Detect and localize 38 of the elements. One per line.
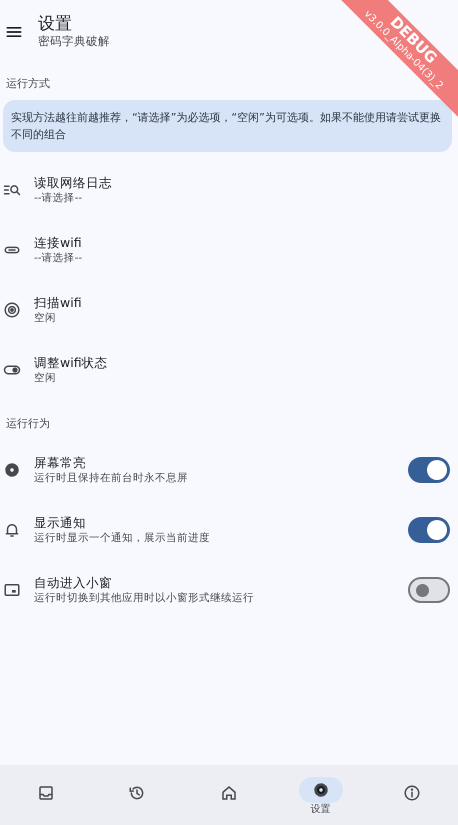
- row-title: 扫描wifi: [34, 294, 82, 311]
- row-title: 屏幕常亮: [34, 454, 87, 471]
- gear-icon: [312, 781, 330, 799]
- bell-icon: [3, 521, 21, 539]
- info-icon: [403, 784, 422, 802]
- row-subtitle: 运行时切换到其他应用时以小窗形式继续运行: [34, 591, 254, 606]
- row-subtitle: 空闲: [34, 371, 57, 386]
- toggle-switch[interactable]: [408, 517, 450, 543]
- row-subtitle: --请选择--: [34, 191, 84, 206]
- row-subtitle: --请选择--: [34, 251, 82, 266]
- row-title: 自动进入小窗: [34, 574, 113, 591]
- row-subtitle: 运行时且保持在前台时永不息屏: [34, 471, 188, 486]
- section-title: 运行方式: [6, 77, 50, 90]
- page-subtitle: 密码字典破解: [38, 34, 110, 48]
- row-title: 调整wifi状态: [34, 354, 108, 371]
- toggle-switch[interactable]: [408, 457, 450, 483]
- settings-row[interactable]: 读取网络日志 --请选择--: [0, 160, 458, 220]
- picture-in-picture-icon: [3, 581, 21, 599]
- row-subtitle: 空闲: [34, 311, 57, 326]
- section-title: 运行行为: [6, 417, 50, 430]
- row-title: 连接wifi: [34, 234, 82, 251]
- info-note: 实现方法越往前越推荐，“请选择”为必选项，“空闲”为可选项。如果不能使用请尝试更换不同的组合: [3, 100, 452, 152]
- settings-row[interactable]: 连接wifi --请选择--: [0, 220, 458, 280]
- settings-row[interactable]: 屏幕常亮 运行时且保持在前台时永不息屏: [0, 440, 458, 500]
- inbox-icon: [36, 784, 55, 802]
- settings-row[interactable]: 自动进入小窗 运行时切换到其他应用时以小窗形式继续运行: [0, 560, 458, 620]
- row-title: 显示通知: [34, 514, 87, 531]
- toggle-switch[interactable]: [408, 577, 450, 603]
- gear-icon: [3, 461, 21, 479]
- settings-row[interactable]: 调整wifi状态 空闲: [0, 340, 458, 400]
- target-icon: [3, 301, 21, 319]
- history-icon: [128, 784, 146, 802]
- page-title: 设置: [38, 14, 73, 34]
- settings-row[interactable]: 显示通知 运行时显示一个通知，展示当前进度: [0, 500, 458, 560]
- row-title: 读取网络日志: [34, 174, 112, 191]
- row-subtitle: 运行时显示一个通知，展示当前进度: [34, 531, 210, 546]
- settings-row[interactable]: 扫描wifi 空闲: [0, 280, 458, 340]
- home-icon: [220, 784, 238, 802]
